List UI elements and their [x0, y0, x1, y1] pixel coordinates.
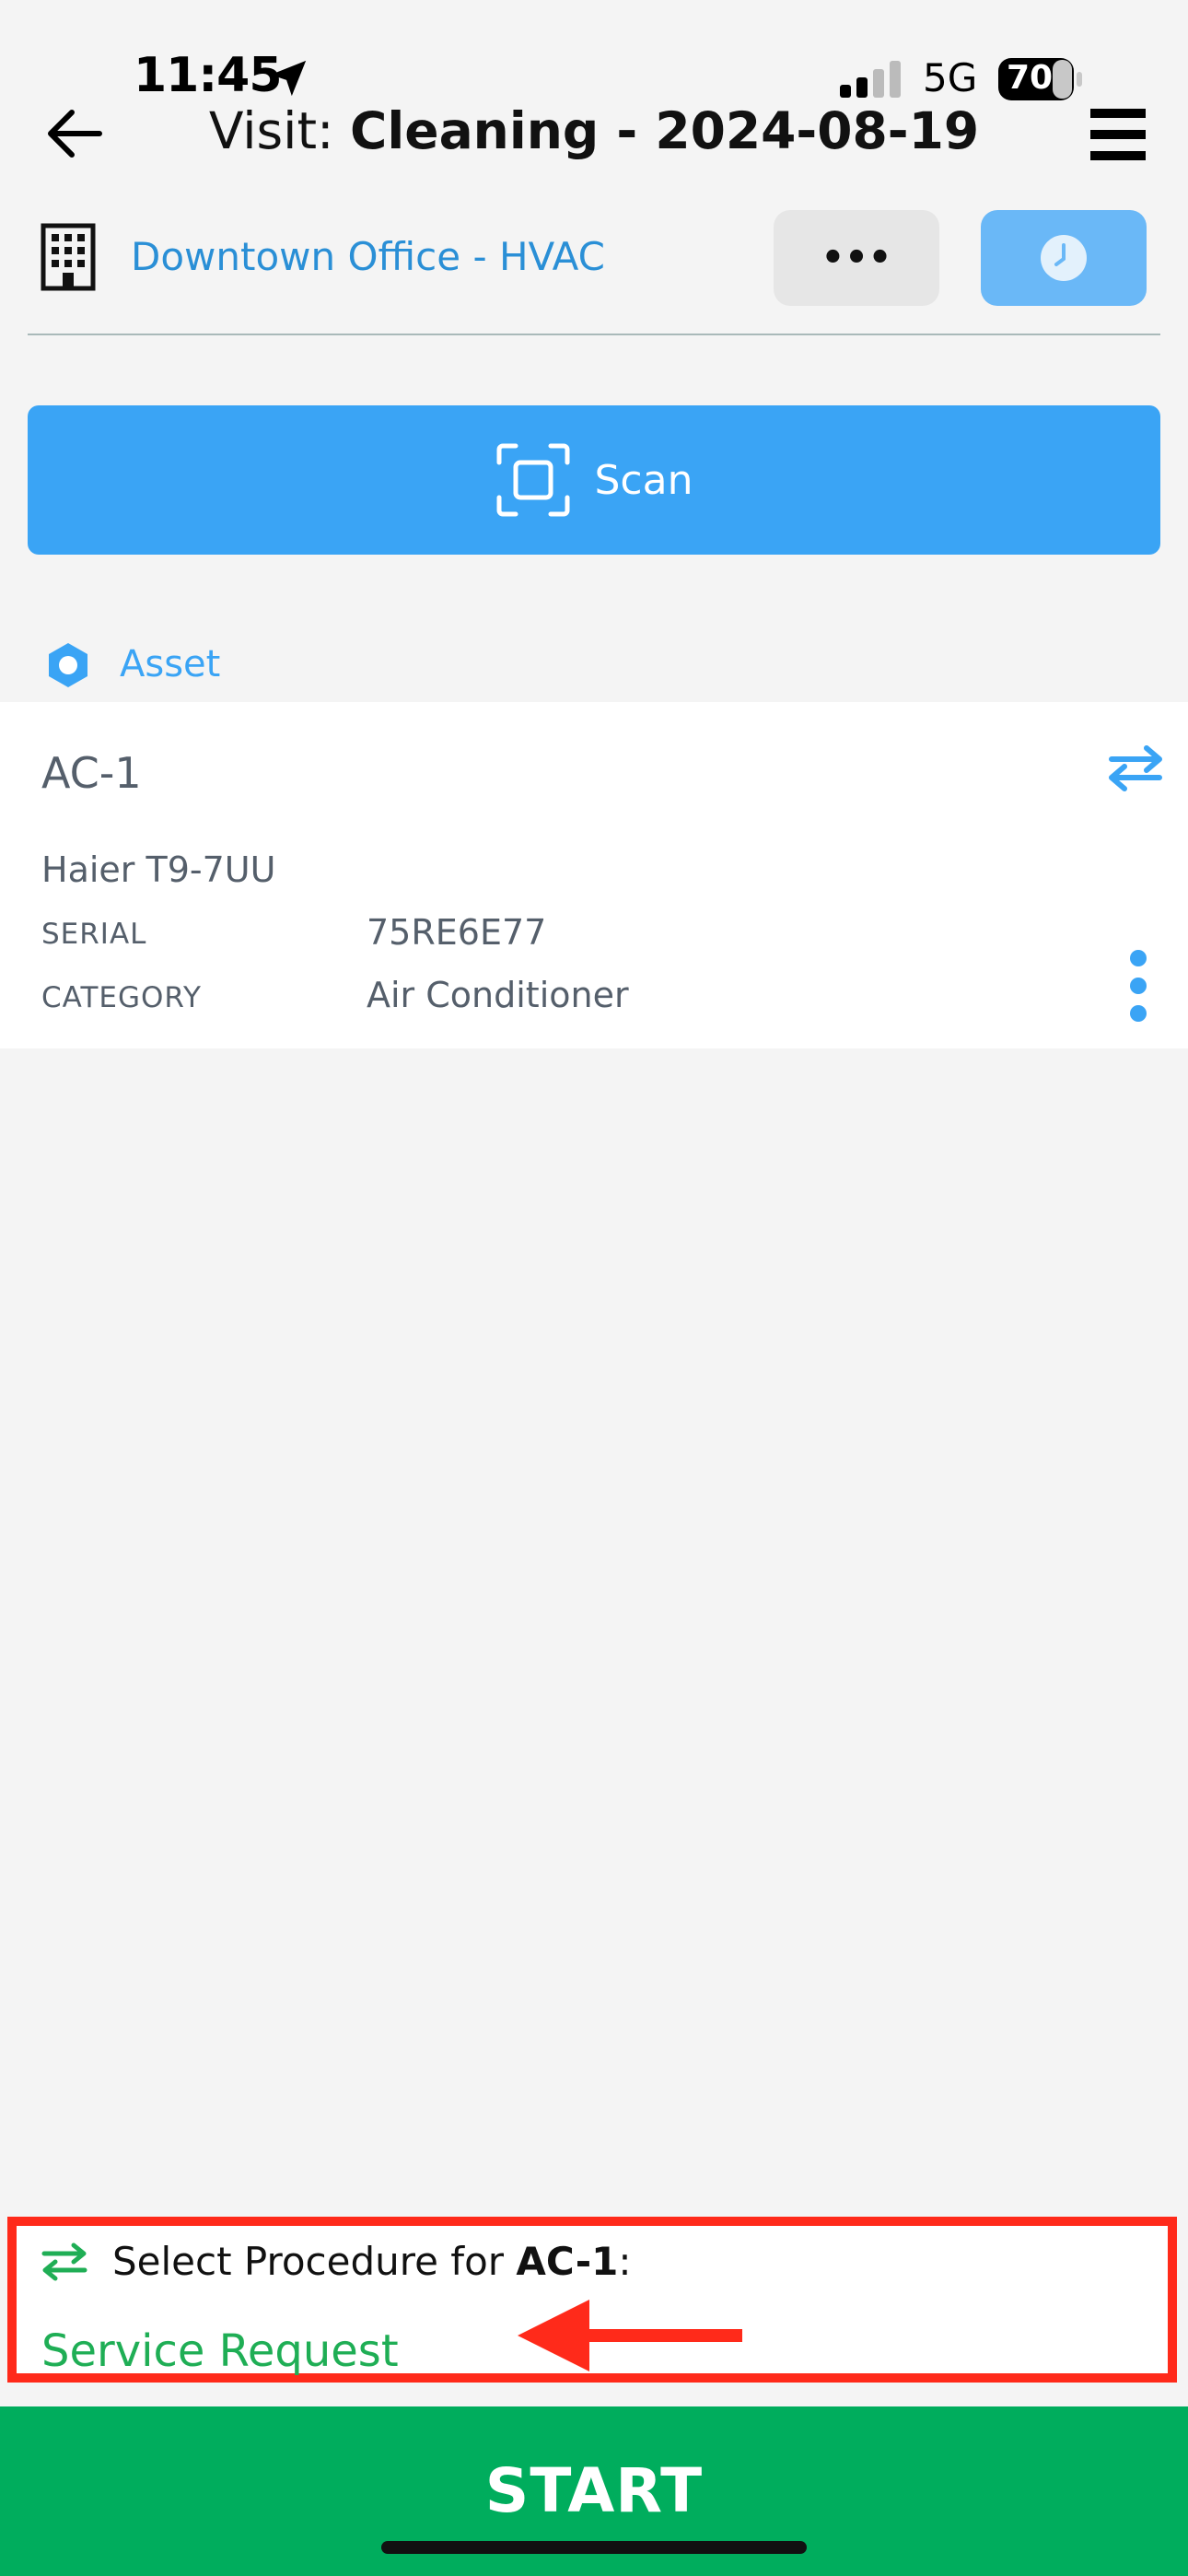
procedure-colon: : — [618, 2239, 632, 2284]
page-title: Visit: Cleaning - 2024-08-19 — [0, 101, 1188, 160]
divider — [28, 334, 1160, 335]
serial-value: 75RE6E77 — [367, 912, 547, 953]
asset-section-label: Asset — [120, 643, 221, 685]
more-options-label: ••• — [821, 237, 892, 279]
asset-name: AC-1 — [41, 748, 142, 798]
clock-icon — [1041, 235, 1087, 281]
category-value: Air Conditioner — [367, 975, 629, 1015]
asset-hexagon-icon — [49, 643, 87, 687]
annotation-arrow-icon — [518, 2300, 742, 2371]
battery-icon: 70 — [997, 57, 1082, 101]
location-arrow-icon — [270, 60, 307, 97]
procedure-prompt-text: Select Procedure for — [112, 2239, 505, 2284]
scan-label: Scan — [594, 456, 693, 504]
procedure-asset-ref: AC-1 — [516, 2239, 619, 2284]
title-prefix: Visit: — [208, 101, 334, 160]
home-indicator[interactable] — [381, 2541, 807, 2554]
scan-button[interactable]: Scan — [28, 405, 1160, 555]
procedure-prompt: Select Procedure for AC-1: — [112, 2239, 632, 2284]
asset-model: Haier T9-7UU — [41, 849, 276, 890]
site-name-link[interactable]: Downtown Office - HVAC — [131, 234, 605, 279]
scan-frame-icon — [496, 443, 569, 517]
procedure-selected-value[interactable]: Service Request — [41, 2325, 399, 2377]
network-type: 5G — [923, 55, 978, 100]
category-label: CATEGORY — [41, 981, 202, 1014]
kebab-menu-icon[interactable] — [1122, 949, 1155, 1023]
more-options-button[interactable]: ••• — [774, 210, 939, 306]
signal-icon — [840, 61, 901, 98]
title-main: Cleaning - 2024-08-19 — [350, 101, 980, 160]
hamburger-menu-icon[interactable] — [1089, 105, 1147, 164]
building-icon — [41, 223, 96, 291]
serial-label: SERIAL — [41, 918, 147, 951]
swap-icon[interactable] — [1108, 744, 1163, 792]
battery-level: 70 — [1007, 59, 1054, 97]
time-log-button[interactable] — [981, 210, 1147, 306]
status-time: 11:45 — [134, 48, 283, 103]
procedure-swap-icon — [41, 2242, 87, 2281]
